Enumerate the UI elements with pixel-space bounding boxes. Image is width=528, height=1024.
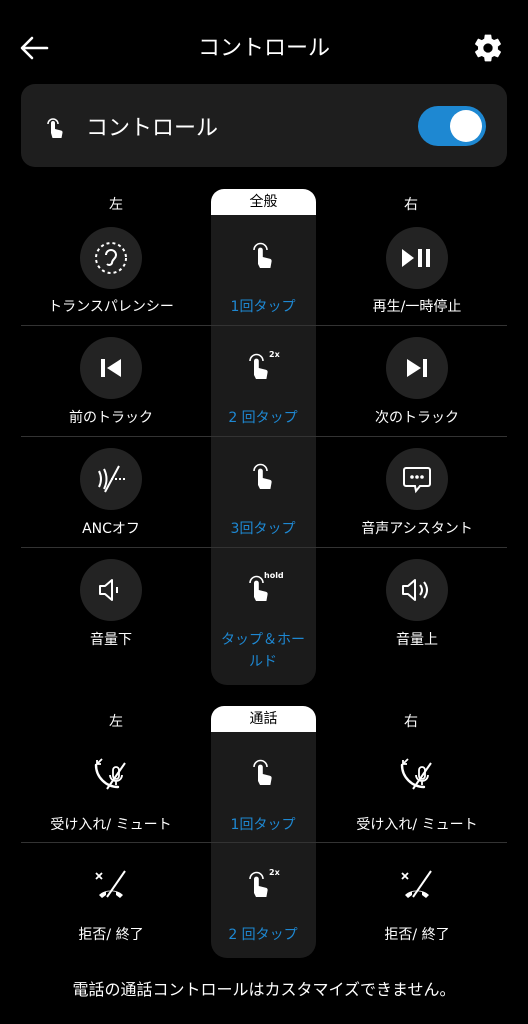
volume-up-icon bbox=[402, 579, 428, 601]
touch-icon bbox=[40, 113, 70, 143]
right-call2-label: 拒否/ 終了 bbox=[384, 927, 450, 943]
left-call-header: 左 bbox=[109, 714, 123, 730]
call-double-tap-label: 2 回タップ bbox=[228, 927, 298, 943]
ear-icon bbox=[95, 242, 127, 274]
skip-next-icon bbox=[407, 359, 427, 377]
transparency-button[interactable] bbox=[80, 227, 142, 289]
controls-toggle-label: コントロール bbox=[86, 116, 219, 141]
divider bbox=[21, 842, 507, 843]
anc-off-button[interactable] bbox=[80, 448, 142, 510]
right-column-header: 右 bbox=[404, 197, 418, 213]
accept-mute-icon bbox=[86, 750, 136, 800]
triple-tap-label: 3回タップ bbox=[230, 521, 296, 537]
settings-button[interactable] bbox=[468, 28, 508, 68]
right-call-header: 右 bbox=[404, 714, 418, 730]
double-tap-tag: 2x bbox=[269, 868, 280, 877]
controls-toggle-switch[interactable] bbox=[418, 106, 486, 146]
right-row3-label: 音声アシスタント bbox=[361, 521, 473, 537]
divider bbox=[21, 436, 507, 437]
call-column-header: 通話 bbox=[211, 706, 316, 732]
reject-end-icon bbox=[86, 860, 136, 910]
tap-hold-label-line1: タップ＆ホー bbox=[221, 632, 305, 648]
gear-icon bbox=[475, 34, 501, 62]
single-tap-icon bbox=[243, 237, 283, 277]
previous-track-button[interactable] bbox=[80, 337, 142, 399]
double-tap-tag: 2x bbox=[269, 350, 280, 359]
volume-down-button[interactable] bbox=[80, 559, 142, 621]
volume-down-icon bbox=[99, 579, 118, 601]
left-call1-label: 受け入れ/ ミュート bbox=[50, 817, 172, 833]
right-row1-label: 再生/一時停止 bbox=[372, 299, 462, 315]
footer-note: 電話の通話コントロールはカスタマイズできません。 bbox=[72, 980, 456, 999]
left-row1-label: トランスパレンシー bbox=[48, 299, 174, 315]
accept-mute-icon bbox=[392, 750, 442, 800]
page-title: コントロール bbox=[197, 36, 330, 61]
general-column-header: 全般 bbox=[211, 189, 316, 215]
voice-assistant-button[interactable] bbox=[386, 448, 448, 510]
left-row3-label: ANCオフ bbox=[82, 521, 140, 537]
play-pause-button[interactable] bbox=[386, 227, 448, 289]
right-call1-label: 受け入れ/ ミュート bbox=[356, 817, 478, 833]
divider bbox=[21, 547, 507, 548]
left-call2-label: 拒否/ 終了 bbox=[78, 927, 144, 943]
right-row2-label: 次のトラック bbox=[375, 410, 459, 426]
play-pause-icon bbox=[402, 249, 430, 267]
double-tap-label: 2 回タップ bbox=[228, 410, 298, 426]
single-tap-label: 1回タップ bbox=[230, 299, 296, 315]
hold-tag: hold bbox=[264, 571, 284, 580]
triple-tap-icon bbox=[243, 458, 283, 498]
left-column-header: 左 bbox=[109, 197, 123, 213]
skip-previous-icon bbox=[101, 359, 121, 377]
toggle-knob bbox=[450, 110, 482, 142]
left-row4-label: 音量下 bbox=[90, 632, 132, 648]
next-track-button[interactable] bbox=[386, 337, 448, 399]
left-row2-label: 前のトラック bbox=[69, 410, 153, 426]
single-tap-icon bbox=[243, 754, 283, 794]
reject-end-icon bbox=[392, 860, 442, 910]
anc-off-icon bbox=[98, 465, 125, 493]
divider bbox=[21, 325, 507, 326]
tap-hold-label-line2: ルド bbox=[249, 654, 277, 670]
chat-bubble-icon bbox=[403, 467, 431, 494]
call-single-tap-label: 1回タップ bbox=[230, 817, 296, 833]
right-row4-label: 音量上 bbox=[396, 632, 438, 648]
volume-up-button[interactable] bbox=[386, 559, 448, 621]
